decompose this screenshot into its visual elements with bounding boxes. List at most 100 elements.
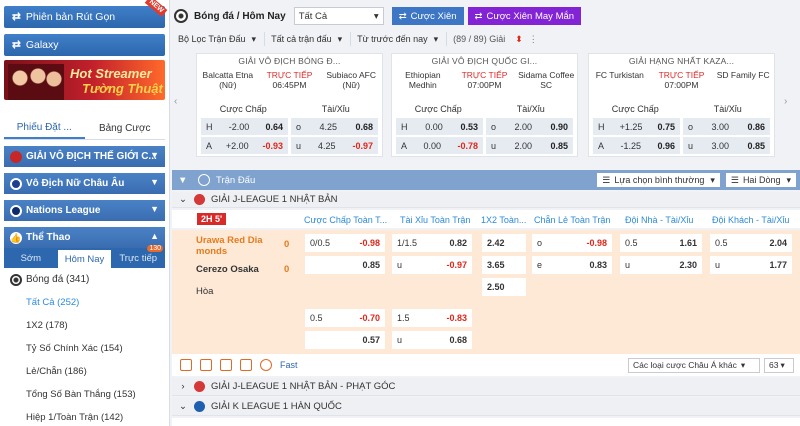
- odds-cell[interactable]: o 3.00 0.86: [683, 118, 770, 135]
- odds-cell[interactable]: 0.57: [305, 331, 385, 349]
- odds-value: 0.82: [449, 238, 467, 248]
- lines-select[interactable]: ☰ Hai Dòng ▾: [725, 173, 796, 187]
- chevron-right-icon: ›: [181, 381, 185, 392]
- hot-streamer-banner[interactable]: Hot Streamer Tường Thuật: [4, 60, 165, 100]
- league-row[interactable]: › GIẢI J-LEAGUE 1 NHẬT BẢN - PHẠT GÓC: [172, 378, 800, 396]
- odds-cell[interactable]: u 2.00 0.85: [486, 137, 573, 154]
- league-filter[interactable]: Bộ Lọc Trận Đấu ▾: [172, 32, 266, 46]
- chevron-down-icon: ▾: [337, 33, 343, 44]
- carousel-prev-icon[interactable]: ‹: [174, 96, 186, 110]
- feature-card[interactable]: GIẢI VÔ ĐỊCH BÓNG Đ... Balcatta Etna (Nữ…: [196, 53, 383, 157]
- list-item-odd-even[interactable]: Lẻ/Chẵn (186): [0, 360, 169, 383]
- odds-cell[interactable]: u 3.00 0.85: [683, 137, 770, 154]
- odds-line: 4.25: [317, 140, 336, 151]
- more-icon[interactable]: ⋮: [529, 34, 538, 45]
- section-world-cup[interactable]: GIẢI VÔ ĐỊCH THẾ GIỚI C... ▼: [4, 146, 165, 167]
- odds-cell[interactable]: 0.5 -0.70: [305, 309, 385, 327]
- tab-early[interactable]: Sớm: [4, 248, 58, 268]
- odds-type-select[interactable]: Các loại cược Châu Á khác ▾: [628, 357, 760, 373]
- streamers-image: [8, 64, 64, 100]
- fast-link[interactable]: Fast: [280, 360, 298, 370]
- k-league-icon: [194, 401, 205, 412]
- history-icon[interactable]: [260, 359, 272, 371]
- odds-cell[interactable]: u 4.25 -0.97: [291, 137, 378, 154]
- feature-card[interactable]: GIẢI HẠNG NHẤT KAZA... FC Turkistan TRỰC…: [588, 53, 775, 157]
- lite-version-button[interactable]: ⇄ Phiên bản Rút Gọn NEW: [4, 0, 168, 28]
- odds-cell[interactable]: H -2.00 0.64: [201, 118, 288, 135]
- section-women-euro[interactable]: Vô Địch Nữ Châu Âu ▼: [4, 173, 165, 194]
- odds-line: 3.00: [711, 121, 729, 132]
- feature-card[interactable]: GIẢI VÔ ĐỊCH QUỐC GI... Ethiopian Medhin…: [391, 53, 578, 157]
- chevron-down-icon: ⌄: [179, 401, 187, 412]
- chevron-down-icon: ▾: [373, 10, 379, 22]
- order-filter-label: Từ trước đến nay: [357, 34, 428, 44]
- stats-icon[interactable]: [180, 359, 192, 371]
- card-league: GIẢI HẠNG NHẤT KAZA...: [628, 56, 735, 66]
- odds-line: 0.5: [310, 313, 323, 323]
- odds-cell[interactable]: 2.50: [482, 278, 526, 296]
- banner-line2: Tường Thuật: [82, 81, 163, 96]
- odds-cell[interactable]: o 2.00 0.90: [486, 118, 573, 135]
- tab-bet-slip[interactable]: Phiếu Đặt ...: [4, 118, 85, 139]
- page-size-select[interactable]: 63 ▾: [764, 357, 794, 373]
- sort-icon[interactable]: ⬍: [515, 34, 523, 45]
- carousel-next-icon[interactable]: ›: [784, 96, 796, 110]
- league-row[interactable]: ⌄ GIẢI J-LEAGUE 1 NHẬT BẢN: [172, 192, 800, 208]
- tab-today[interactable]: Hôm Nay: [57, 248, 112, 268]
- card-league: GIẢI VÔ ĐỊCH QUỐC GI...: [431, 56, 538, 66]
- tab-live[interactable]: Trực tiếp 130: [111, 245, 165, 268]
- sort-select[interactable]: ☰ Lựa chọn bình thường ▾: [597, 173, 720, 187]
- odds-cell[interactable]: o 4.25 0.68: [291, 118, 378, 135]
- list-item-ht-ft[interactable]: Hiệp 1/Toàn Trận (142): [0, 406, 169, 426]
- market-select[interactable]: Tất Cả ▾: [293, 7, 384, 25]
- collapse-icon[interactable]: ▼: [178, 175, 187, 186]
- odds-cell[interactable]: A 0.00 -0.78: [396, 137, 483, 154]
- odds-cell[interactable]: H 0.00 0.53: [396, 118, 483, 135]
- clock-icon: [198, 174, 210, 186]
- odds-cell[interactable]: A -1.25 0.96: [593, 137, 680, 154]
- odds-cell[interactable]: 1.5 -0.83: [392, 309, 472, 327]
- odds-cell[interactable]: A +2.00 -0.93: [201, 137, 288, 154]
- odds-cell[interactable]: 0.5 1.61: [620, 234, 702, 252]
- odds-cell[interactable]: 0/0.5 -0.98: [305, 234, 385, 252]
- card-teams: Balcatta Etna (Nữ) TRỰC TIẾP 06:45PM Subi…: [197, 68, 382, 96]
- section-nations-league[interactable]: Nations League ▼: [4, 200, 165, 221]
- odds-cell[interactable]: u 1.77: [710, 256, 792, 274]
- odds-cell[interactable]: o -0.98: [532, 234, 612, 252]
- odds-cell[interactable]: u -0.97: [392, 256, 472, 274]
- odds-cell[interactable]: e 0.83: [532, 256, 612, 274]
- tv-icon[interactable]: [240, 359, 252, 371]
- list-item-all[interactable]: Tất Cả (252): [0, 291, 169, 314]
- card-home: Balcatta Etna (Nữ): [202, 70, 254, 90]
- match-filter[interactable]: Tất cả trận đấu ▾: [265, 32, 352, 46]
- odds-cell[interactable]: 0.5 2.04: [710, 234, 792, 252]
- league-row[interactable]: ⌄ GIẢI K LEAGUE 1 HÀN QUỐC: [172, 398, 800, 416]
- parlay-button[interactable]: ⇄ Cược Xiên: [391, 7, 464, 25]
- odds-cell[interactable]: u 2.30: [620, 256, 702, 274]
- col-away-ou: Đội Khách - Tài/Xỉu: [712, 215, 790, 225]
- odds-value: 0.75: [657, 121, 675, 132]
- card-away: Subiaco AFC (Nữ): [326, 70, 376, 90]
- lucky-parlay-button[interactable]: ⇄ Cược Xiên May Mắn: [467, 7, 582, 25]
- card-time: 07:00PM: [467, 80, 502, 90]
- galaxy-button[interactable]: ⇄ Galaxy: [4, 34, 165, 56]
- list-item-1x2[interactable]: 1X2 (178): [0, 314, 169, 337]
- tab-bet-list[interactable]: Bảng Cược: [85, 118, 166, 139]
- odds-side: u: [491, 140, 497, 151]
- odds-column-header: Cược Chấp Toàn T... Tài Xỉu Toàn Trận 1X…: [172, 210, 800, 228]
- list-item-total-goals[interactable]: Tổng Số Bàn Thắng (153): [0, 383, 169, 406]
- odds-cell[interactable]: 3.65: [482, 256, 526, 274]
- sport-football[interactable]: Bóng đá (341): [0, 268, 169, 291]
- grid-icon[interactable]: [200, 359, 212, 371]
- chart-icon[interactable]: [220, 359, 232, 371]
- odds-line: 2.00: [514, 121, 532, 132]
- list-item-correct-score[interactable]: Tỷ Số Chính Xác (154): [0, 337, 169, 360]
- section-sports[interactable]: 👍 Thể Thao ▲: [4, 227, 165, 248]
- odds-value: 3.65: [487, 260, 505, 270]
- odds-cell[interactable]: 2.42: [482, 234, 526, 252]
- odds-cell[interactable]: H +1.25 0.75: [593, 118, 680, 135]
- order-filter[interactable]: Từ trước đến nay ▾: [351, 32, 448, 46]
- odds-cell[interactable]: 1/1.5 0.82: [392, 234, 472, 252]
- odds-cell[interactable]: 0.85: [305, 256, 385, 274]
- odds-cell[interactable]: u 0.68: [392, 331, 472, 349]
